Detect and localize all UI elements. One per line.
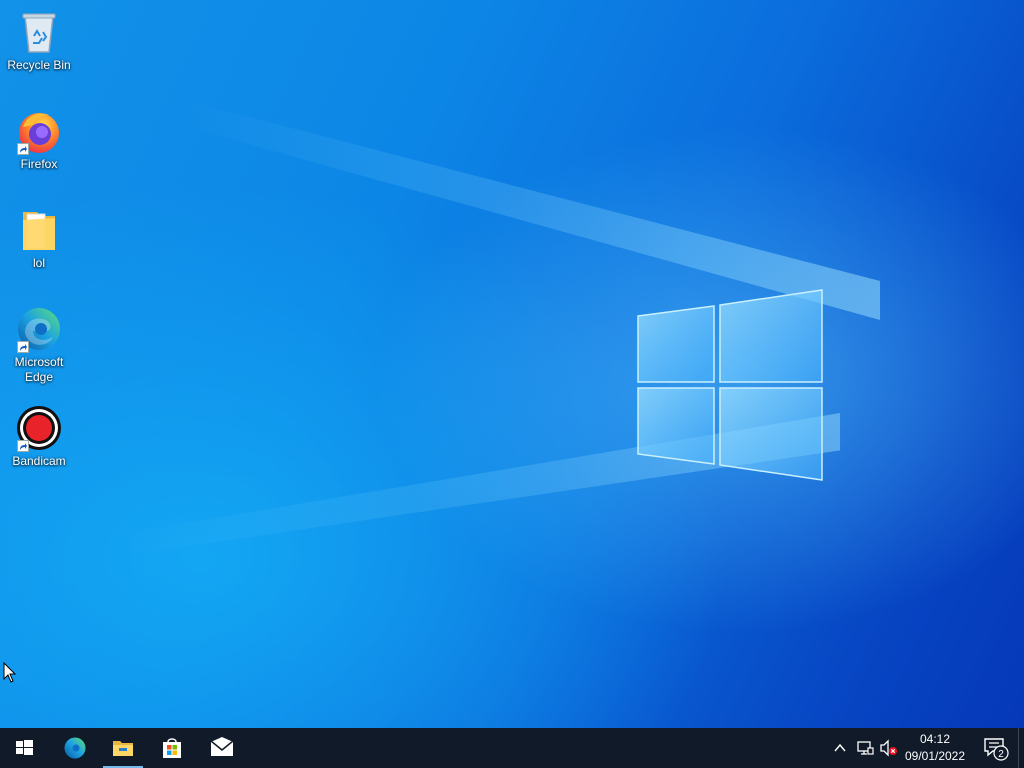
notification-count: 2	[998, 749, 1004, 760]
mouse-cursor-icon	[3, 662, 17, 683]
desktop-icon-bandicam[interactable]: Bandicam	[1, 398, 77, 469]
shortcut-arrow-icon	[17, 143, 29, 155]
chevron-up-icon[interactable]	[832, 740, 848, 756]
edge-icon	[64, 737, 86, 759]
shortcut-arrow-icon	[17, 440, 29, 452]
desktop-icon-microsoft-edge[interactable]: Microsoft Edge	[1, 299, 77, 385]
desktop-icon-label: Recycle Bin	[7, 58, 71, 72]
desktop-icon-label: Firefox	[20, 157, 58, 171]
desktop-icon-label: Microsoft Edge	[14, 355, 64, 384]
network-icon[interactable]	[856, 739, 874, 757]
light-beam	[180, 99, 880, 320]
taskbar-store-button[interactable]	[148, 728, 196, 768]
firefox-icon	[15, 107, 63, 155]
taskbar-file-explorer-button[interactable]	[99, 728, 147, 768]
recycle-bin-icon	[15, 8, 63, 56]
desktop-icon-label: Bandicam	[12, 454, 66, 468]
clock-date: 09/01/2022	[904, 749, 966, 763]
bandicam-icon	[15, 404, 63, 452]
shortcut-arrow-icon	[17, 341, 29, 353]
notification-icon: 2	[984, 738, 1009, 761]
volume-muted-icon[interactable]	[879, 739, 899, 757]
windows-logo-wallpaper	[637, 289, 823, 481]
taskbar-mail-button[interactable]	[198, 728, 246, 768]
windows-start-icon	[16, 740, 33, 755]
desktop-icon-firefox[interactable]: Firefox	[1, 101, 77, 172]
edge-icon	[15, 305, 63, 353]
start-button[interactable]	[0, 728, 48, 768]
desktop-icon-label: lol	[32, 256, 45, 270]
folder-icon	[15, 206, 63, 254]
store-icon	[163, 738, 181, 758]
file-explorer-icon	[113, 741, 133, 756]
show-desktop-button[interactable]	[1018, 728, 1024, 768]
clock-time: 04:12	[919, 732, 951, 746]
desktop[interactable]: Recycle Bin Firefox lol Microsoft Edge B…	[0, 0, 1024, 728]
desktop-icon-recycle-bin[interactable]: Recycle Bin	[1, 2, 77, 73]
desktop-icon-lol[interactable]: lol	[1, 200, 77, 271]
taskbar-clock[interactable]: 04:12 09/01/2022	[900, 731, 970, 765]
taskbar: 04:12 09/01/2022 2	[0, 728, 1024, 768]
action-center-button[interactable]: 2	[976, 728, 1018, 768]
mail-icon	[210, 737, 234, 756]
taskbar-edge-button[interactable]	[51, 728, 99, 768]
